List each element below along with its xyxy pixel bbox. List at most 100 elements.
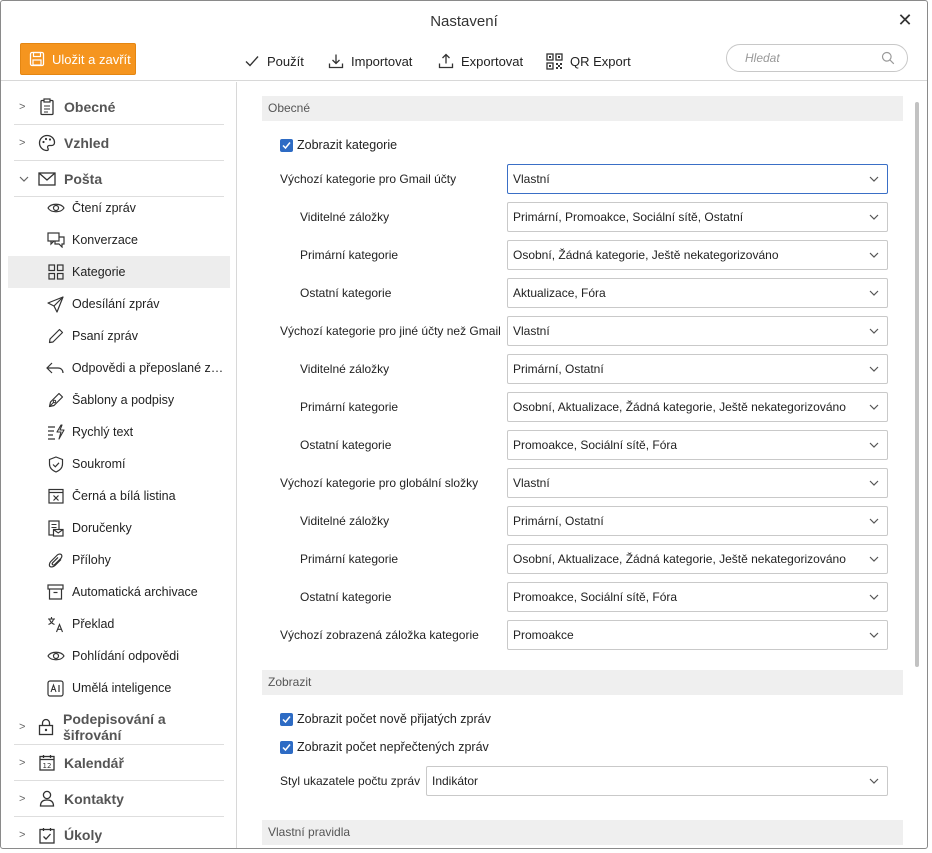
sidebar-item-label: Soukromí [72, 457, 126, 471]
sidebar-group-tasks[interactable]: > Úkoly [14, 817, 224, 848]
gmail-default-category-select[interactable]: Vlastní [507, 164, 888, 194]
sidebar-item-conversations[interactable]: Konverzace [8, 224, 230, 256]
close-icon: ✕ [897, 10, 913, 30]
sidebar-item-privacy[interactable]: Soukromí [8, 448, 230, 480]
save-and-close-button[interactable]: Uložit a zavřít [20, 43, 136, 75]
sidebar-item-translate[interactable]: Překlad [8, 608, 230, 640]
sidebar-item-blacklist[interactable]: Černá a bílá listina [8, 480, 230, 512]
window-title: Nastavení [430, 13, 498, 30]
select-value: Osobní, Aktualizace, Žádná kategorie, Je… [513, 552, 846, 566]
paperclip-icon [46, 551, 65, 569]
receipt-icon [46, 519, 65, 537]
pencil-icon [46, 327, 65, 345]
sidebar-item-replies[interactable]: Odpovědi a přeposlané zpr... [8, 352, 230, 384]
sidebar-item-ai[interactable]: Umělá inteligence [8, 672, 230, 704]
global-primary-category-select[interactable]: Osobní, Aktualizace, Žádná kategorie, Je… [507, 544, 888, 574]
select-value: Aktualizace, Fóra [513, 286, 606, 300]
global-visible-tabs-label: Viditelné záložky [300, 514, 390, 528]
sidebar-item-label: Čtení zpráv [72, 201, 136, 215]
translate-icon [46, 615, 65, 633]
sidebar-item-categories[interactable]: Kategorie [8, 256, 230, 288]
gmail-visible-tabs-label: Viditelné záložky [300, 210, 390, 224]
gmail-primary-category-select[interactable]: Osobní, Žádná kategorie, Ještě nekategor… [507, 240, 888, 270]
save-icon [29, 51, 45, 67]
global-folders-default-category-select[interactable]: Vlastní [507, 468, 888, 498]
non-gmail-primary-category-select[interactable]: Osobní, Aktualizace, Žádná kategorie, Je… [507, 392, 888, 422]
eye-icon [46, 199, 65, 217]
settings-content: Obecné Zobrazit kategorie Výchozí katego… [239, 82, 927, 848]
gmail-other-category-select[interactable]: Aktualizace, Fóra [507, 278, 888, 308]
sidebar-item-quick-text[interactable]: Rychlý text [8, 416, 230, 448]
gmail-visible-tabs-select[interactable]: Primární, Promoakce, Sociální sítě, Osta… [507, 202, 888, 232]
settings-window: Nastavení ✕ Uložit a zavřít Použít Impor… [0, 0, 928, 849]
sidebar-item-receipts[interactable]: Doručenky [8, 512, 230, 544]
archive-icon [46, 583, 65, 601]
show-new-count-checkbox[interactable]: Zobrazit počet nově přijatých zpráv [280, 710, 491, 728]
chevron-down-icon [861, 778, 887, 784]
sidebar-item-composing[interactable]: Psaní zpráv [8, 320, 230, 352]
chevron-down-icon [861, 176, 887, 182]
calendar-icon: 12 [33, 754, 61, 771]
sidebar-item-sending[interactable]: Odesílání zpráv [8, 288, 230, 320]
checkbox-checked-icon [280, 138, 293, 152]
sidebar-item-auto-archive[interactable]: Automatická archivace [8, 576, 230, 608]
show-categories-checkbox[interactable]: Zobrazit kategorie [280, 136, 397, 154]
chevron-down-icon [861, 632, 887, 638]
chevron-right-icon: > [19, 756, 26, 769]
chevron-down-icon [861, 480, 887, 486]
sidebar-item-label: Překlad [72, 617, 115, 631]
sidebar-item-templates[interactable]: Šablony a podpisy [8, 384, 230, 416]
global-other-category-select[interactable]: Promoakce, Sociální sítě, Fóra [507, 582, 888, 612]
sidebar-item-attachments[interactable]: Přílohy [8, 544, 230, 576]
sidebar-item-label: Odpovědi a přeposlané zpr... [71, 361, 230, 375]
chevron-down-icon [861, 252, 887, 258]
chevron-down-icon [861, 214, 887, 220]
sidebar-group-contacts[interactable]: > Kontakty [14, 781, 224, 817]
sidebar-item-label: Umělá inteligence [72, 681, 172, 695]
indicator-style-select[interactable]: Indikátor [426, 766, 888, 796]
non-gmail-default-category-label: Výchozí kategorie pro jiné účty než Gmai… [280, 324, 501, 338]
sidebar-group-label: Kalendář [64, 754, 124, 771]
non-gmail-default-category-select[interactable]: Vlastní [507, 316, 888, 346]
export-button[interactable]: Exportovat [438, 51, 523, 71]
search-icon[interactable] [881, 51, 895, 65]
section-header-custom-rules: Vlastní pravidla [262, 820, 903, 845]
send-icon [46, 295, 65, 313]
qr-export-label: QR Export [570, 53, 631, 69]
sidebar-group-appearance[interactable]: > Vzhled [14, 125, 224, 161]
section-header-general: Obecné [262, 96, 903, 121]
non-gmail-visible-tabs-select[interactable]: Primární, Ostatní [507, 354, 888, 384]
gmail-primary-category-label: Primární kategorie [300, 248, 399, 262]
sidebar-group-signing[interactable]: > Podepisování a šifrování [14, 709, 224, 745]
sidebar-group-calendar[interactable]: > 12 Kalendář [14, 745, 224, 781]
chevron-down-icon [861, 404, 887, 410]
sidebar-item-reading[interactable]: Čtení zpráv [8, 192, 230, 224]
qr-export-button[interactable]: QR Export [546, 51, 631, 71]
content-scrollbar[interactable] [915, 102, 919, 667]
grid-icon [46, 263, 65, 281]
close-button[interactable]: ✕ [895, 9, 915, 31]
chevron-down-icon [861, 366, 887, 372]
select-value: Promoakce, Sociální sítě, Fóra [513, 590, 678, 604]
select-value: Vlastní [513, 324, 550, 338]
apply-button[interactable]: Použít [244, 51, 304, 71]
import-button[interactable]: Importovat [328, 51, 412, 71]
default-shown-tab-select[interactable]: Promoakce [507, 620, 888, 650]
chat-icon [46, 231, 65, 249]
non-gmail-other-category-select[interactable]: Promoakce, Sociální sítě, Fóra [507, 430, 888, 460]
chevron-down-icon [861, 328, 887, 334]
person-icon [33, 790, 61, 807]
eye-watch-icon [46, 647, 65, 665]
sidebar-item-label: Rychlý text [72, 425, 134, 439]
export-icon [438, 53, 454, 69]
export-label: Exportovat [461, 53, 524, 69]
select-value: Primární, Ostatní [513, 362, 604, 376]
checkbox-checked-icon [280, 712, 293, 726]
sidebar-item-reply-watch[interactable]: Pohlídání odpovědi [8, 640, 230, 672]
sidebar-item-label: Psaní zpráv [72, 329, 139, 343]
global-visible-tabs-select[interactable]: Primární, Ostatní [507, 506, 888, 536]
search-input[interactable] [745, 51, 881, 65]
sidebar-group-general[interactable]: > Obecné [14, 89, 224, 125]
show-unread-count-checkbox[interactable]: Zobrazit počet nepřečtených zpráv [280, 738, 489, 756]
global-primary-category-label: Primární kategorie [300, 552, 399, 566]
